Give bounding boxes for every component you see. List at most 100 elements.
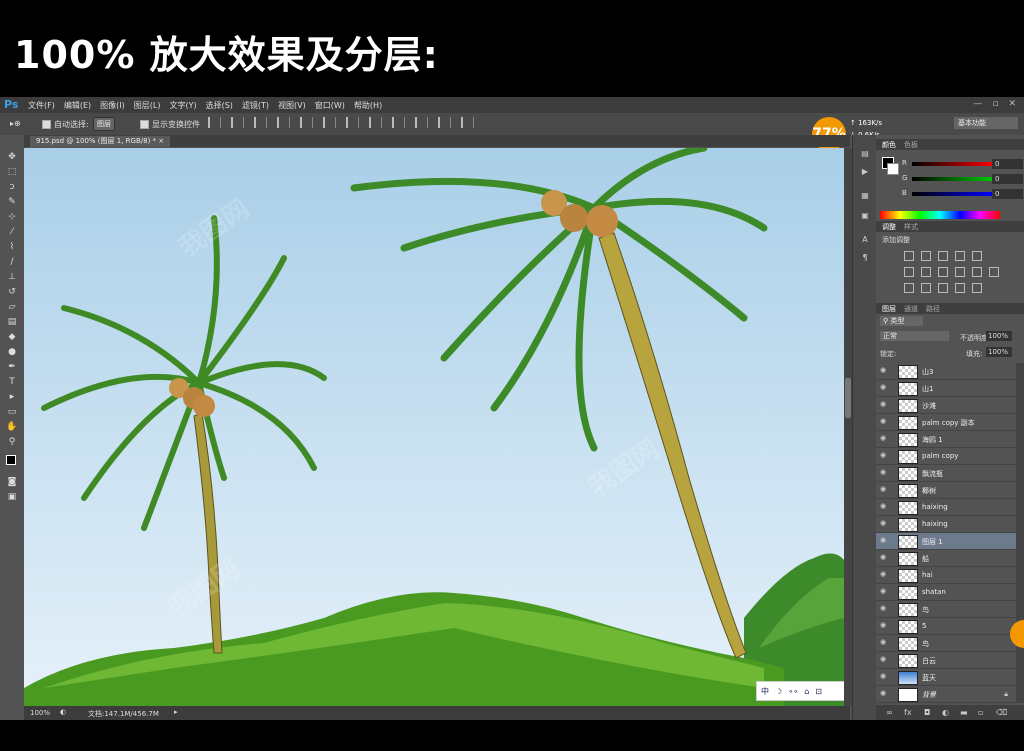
- layer-row[interactable]: ◉ hai: [876, 567, 1016, 584]
- blue-value[interactable]: 0: [992, 189, 1023, 199]
- eye-icon[interactable]: ◉: [880, 503, 888, 510]
- eye-icon[interactable]: ◉: [880, 520, 888, 527]
- layer-row-selected[interactable]: ◉ 图层 1: [876, 533, 1016, 550]
- layer-row[interactable]: ◉ 鸟: [876, 635, 1016, 652]
- eraser-tool-icon[interactable]: ▱: [6, 301, 18, 313]
- green-slider[interactable]: [912, 177, 994, 181]
- eye-icon[interactable]: ◉: [880, 588, 888, 595]
- fill-value[interactable]: 100%: [986, 347, 1012, 357]
- close-icon[interactable]: ✕: [1008, 99, 1016, 109]
- brightness-icon[interactable]: [904, 251, 914, 261]
- lookup-icon[interactable]: [989, 267, 999, 277]
- pen-tool-icon[interactable]: ✒: [6, 361, 18, 373]
- screen-mode-icon[interactable]: ▣: [6, 491, 18, 503]
- gradient-tool-icon[interactable]: ▤: [6, 316, 18, 328]
- eye-icon[interactable]: ◉: [880, 367, 888, 374]
- eye-icon[interactable]: ◉: [880, 384, 888, 391]
- status-arrow-icon[interactable]: ▸: [174, 708, 178, 716]
- shape-tool-icon[interactable]: ▭: [6, 406, 18, 418]
- marquee-tool-icon[interactable]: ⬚: [6, 166, 18, 178]
- workspace-dropdown[interactable]: 基本功能: [954, 117, 1018, 129]
- move-tool-icon[interactable]: ✥: [6, 151, 18, 163]
- green-value[interactable]: 0: [992, 174, 1023, 184]
- opacity-value[interactable]: 100%: [986, 331, 1012, 341]
- tab-layers[interactable]: 图层: [882, 304, 896, 314]
- layer-row[interactable]: ◉ 5: [876, 618, 1016, 635]
- eye-icon[interactable]: ◉: [880, 554, 888, 561]
- menu-file[interactable]: 文件(F): [28, 100, 55, 111]
- document-tab[interactable]: 915.psd @ 100% (图层 1, RGB/8) * ×: [30, 136, 171, 147]
- layer-row[interactable]: ◉ palm copy: [876, 448, 1016, 465]
- layer-row[interactable]: ◉ 鸟: [876, 601, 1016, 618]
- quick-select-tool-icon[interactable]: ✎: [6, 196, 18, 208]
- eye-icon[interactable]: ◉: [880, 537, 888, 544]
- clone-source-icon[interactable]: ▣: [860, 211, 870, 221]
- layer-row[interactable]: ◉ haixing: [876, 516, 1016, 533]
- selective-color-icon[interactable]: [972, 283, 982, 293]
- eye-icon[interactable]: ◉: [880, 656, 888, 663]
- show-transform-checkbox[interactable]: 显示变换控件: [140, 119, 200, 130]
- eye-icon[interactable]: ◉: [880, 401, 888, 408]
- photo-filter-icon[interactable]: [955, 267, 965, 277]
- distribute-top-icon[interactable]: [346, 117, 359, 128]
- layer-row[interactable]: ◉ 山1: [876, 380, 1016, 397]
- tab-adjustments[interactable]: 调整: [882, 222, 896, 232]
- color-swatches-icon[interactable]: [6, 455, 20, 469]
- hue-icon[interactable]: [904, 267, 914, 277]
- distribute-left-icon[interactable]: [415, 117, 428, 128]
- history-icon[interactable]: ▤: [860, 149, 870, 159]
- menu-select[interactable]: 选择(S): [206, 100, 233, 111]
- eye-icon[interactable]: ◉: [880, 571, 888, 578]
- align-bottom-icon[interactable]: [254, 117, 267, 128]
- image-canvas[interactable]: 我图网 我图网 我图网: [24, 148, 844, 706]
- align-right-icon[interactable]: [323, 117, 336, 128]
- history-brush-tool-icon[interactable]: ↺: [6, 286, 18, 298]
- eye-icon[interactable]: ◉: [880, 452, 888, 459]
- menu-layer[interactable]: 图层(L): [134, 100, 161, 111]
- distribute-middle-icon[interactable]: [369, 117, 382, 128]
- eye-icon[interactable]: ◉: [880, 469, 888, 476]
- layer-row[interactable]: ◉ 沙滩: [876, 397, 1016, 414]
- align-left-icon[interactable]: [277, 117, 290, 128]
- trash-icon[interactable]: ⌫: [996, 708, 1007, 717]
- scroll-thumb[interactable]: [845, 378, 851, 418]
- posterize-icon[interactable]: [921, 283, 931, 293]
- character-icon[interactable]: A: [860, 235, 870, 245]
- layer-row[interactable]: ◉ haixing: [876, 499, 1016, 516]
- link-layers-icon[interactable]: ∞: [886, 708, 893, 717]
- menu-window[interactable]: 窗口(W): [315, 100, 345, 111]
- close-tab-icon[interactable]: ×: [158, 137, 164, 145]
- tab-color[interactable]: 颜色: [882, 140, 896, 150]
- path-select-tool-icon[interactable]: ▸: [6, 391, 18, 403]
- menu-edit[interactable]: 编辑(E): [64, 100, 91, 111]
- eye-icon[interactable]: ◉: [880, 639, 888, 646]
- stamp-tool-icon[interactable]: ⊥: [6, 271, 18, 283]
- align-top-icon[interactable]: [208, 117, 221, 128]
- adjustment-layer-icon[interactable]: ◐: [942, 708, 949, 717]
- ime-moon-icon[interactable]: ☽: [775, 687, 782, 696]
- blue-slider[interactable]: [912, 192, 994, 196]
- layer-row[interactable]: ◉ 椰树: [876, 482, 1016, 499]
- new-layer-icon[interactable]: ▫: [978, 708, 983, 717]
- brush-tool-icon[interactable]: ∕: [6, 256, 18, 268]
- align-center-icon[interactable]: [300, 117, 313, 128]
- layer-mask-icon[interactable]: ◘: [924, 708, 930, 717]
- red-slider[interactable]: [912, 162, 994, 166]
- channel-mixer-icon[interactable]: [972, 267, 982, 277]
- invert-icon[interactable]: [904, 283, 914, 293]
- paragraph-icon[interactable]: ¶: [860, 253, 870, 263]
- brush-preset-icon[interactable]: ▦: [860, 191, 870, 201]
- eyedropper-tool-icon[interactable]: ⁄: [6, 226, 18, 238]
- canvas-vertical-scrollbar[interactable]: [844, 148, 852, 706]
- exposure-icon[interactable]: [955, 251, 965, 261]
- layer-row[interactable]: ◉ 飘流瓶: [876, 465, 1016, 482]
- red-value[interactable]: 0: [992, 159, 1023, 169]
- hand-tool-icon[interactable]: ✋: [6, 421, 18, 433]
- crop-tool-icon[interactable]: ⊹: [6, 211, 18, 223]
- menu-filter[interactable]: 滤镜(T): [242, 100, 269, 111]
- eye-icon[interactable]: ◉: [880, 486, 888, 493]
- eye-icon[interactable]: ◉: [880, 673, 888, 680]
- color-balance-icon[interactable]: [921, 267, 931, 277]
- eye-icon[interactable]: ◉: [880, 418, 888, 425]
- ime-mode[interactable]: 中: [761, 686, 769, 697]
